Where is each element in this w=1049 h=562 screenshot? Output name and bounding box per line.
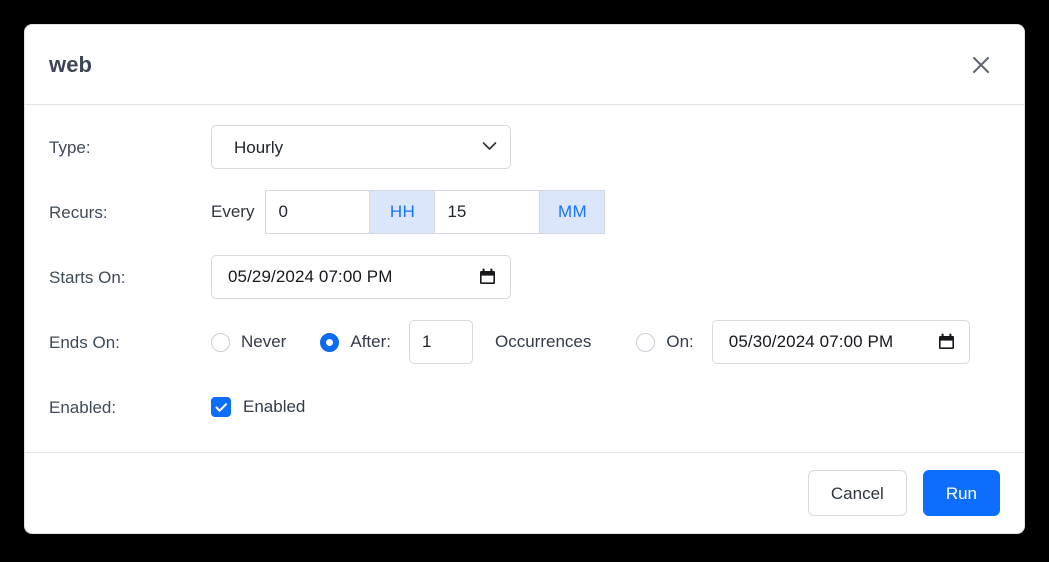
checkbox-enabled[interactable] [211,397,231,417]
enabled-checkbox-item[interactable]: Enabled [211,397,305,417]
ends-on-label: Ends On: [49,332,120,352]
type-select-wrap: Hourly [211,125,511,169]
recurs-hours-input[interactable] [265,190,371,234]
every-label: Every [211,202,255,221]
radio-never[interactable] [211,332,230,352]
calendar-icon[interactable] [479,268,496,286]
run-button[interactable]: Run [922,470,1000,516]
ends-on-row: Ends On: Never After: Occurrences On: [49,320,1000,364]
dialog-title: web [49,51,93,77]
after-label: After: [350,332,391,351]
recurs-hours-addon: HH [370,190,436,234]
enabled-checkbox-label: Enabled [243,397,306,416]
schedule-dialog: web Type: Hourly Recurs: Every 0 HH 15 M… [24,24,1025,534]
starts-on-label: Starts On: [49,267,126,287]
dialog-footer: Cancel Run [25,452,1024,533]
starts-on-value: 05/29/2024 07:00 PM [228,267,393,286]
ends-on-after-radio-item[interactable]: After: [320,332,391,352]
starts-on-row: Starts On: 05/29/2024 07:00 PM [49,255,1000,299]
recurs-minutes-input[interactable] [435,190,541,234]
dialog-header: web [25,25,1024,105]
ends-on-datetime-input[interactable]: 05/30/2024 07:00 PM [711,320,970,364]
close-button[interactable] [964,48,998,82]
starts-on-datetime-input[interactable]: 05/29/2024 07:00 PM [211,255,511,299]
recurs-label: Recurs: [49,202,108,222]
check-icon [215,402,228,413]
recurs-input-group: HH MM [265,190,606,234]
enabled-row: Enabled: Enabled [49,385,1000,429]
recurs-minutes-addon: MM [540,190,606,234]
type-label: Type: [49,137,91,157]
ends-on-value: 05/30/2024 07:00 PM [728,332,894,351]
ends-on-never-radio-item[interactable]: Never [211,332,286,352]
never-label: Never [241,332,287,351]
radio-on[interactable] [636,332,656,352]
calendar-icon[interactable] [938,333,955,351]
cancel-button[interactable]: Cancel [807,470,907,516]
type-select[interactable]: Hourly [211,125,511,169]
type-row: Type: Hourly [49,125,1000,169]
close-icon [970,54,992,76]
ends-on-on-radio-item[interactable]: On: [636,332,694,352]
occurrences-input[interactable] [408,320,473,364]
recurs-row: Recurs: Every HH MM [49,190,1000,234]
radio-after[interactable] [320,332,340,352]
dialog-body: Type: Hourly Recurs: Every HH MM [25,105,1024,452]
on-label: On: [666,332,694,351]
enabled-label: Enabled: [49,397,117,417]
occurrences-label: Occurrences [494,332,592,351]
